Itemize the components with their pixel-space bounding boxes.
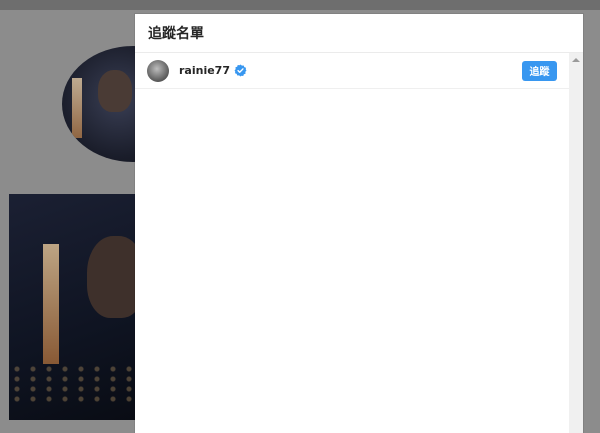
list-item[interactable]: rainie77 追蹤 [135, 53, 569, 89]
follow-button[interactable]: 追蹤 [522, 60, 557, 81]
scrollbar[interactable] [569, 53, 583, 433]
scroll-up-button[interactable] [569, 55, 583, 65]
chevron-up-icon [572, 58, 580, 62]
following-list-modal: 追蹤名單 rainie77 追蹤 [135, 14, 583, 433]
verified-badge-icon [234, 64, 247, 77]
person-figure [87, 236, 135, 318]
modal-header: 追蹤名單 [135, 14, 583, 53]
modal-title: 追蹤名單 [148, 26, 204, 42]
following-list: rainie77 追蹤 [135, 53, 569, 433]
city-lights [9, 364, 135, 404]
tower-light [72, 78, 82, 138]
modal-body: rainie77 追蹤 [135, 53, 583, 433]
person-figure [98, 70, 132, 112]
avatar[interactable] [147, 59, 169, 82]
post-photo-background [9, 194, 135, 420]
username-link[interactable]: rainie77 [179, 64, 230, 77]
tower-light [43, 244, 59, 364]
background-top-strip [0, 0, 600, 10]
